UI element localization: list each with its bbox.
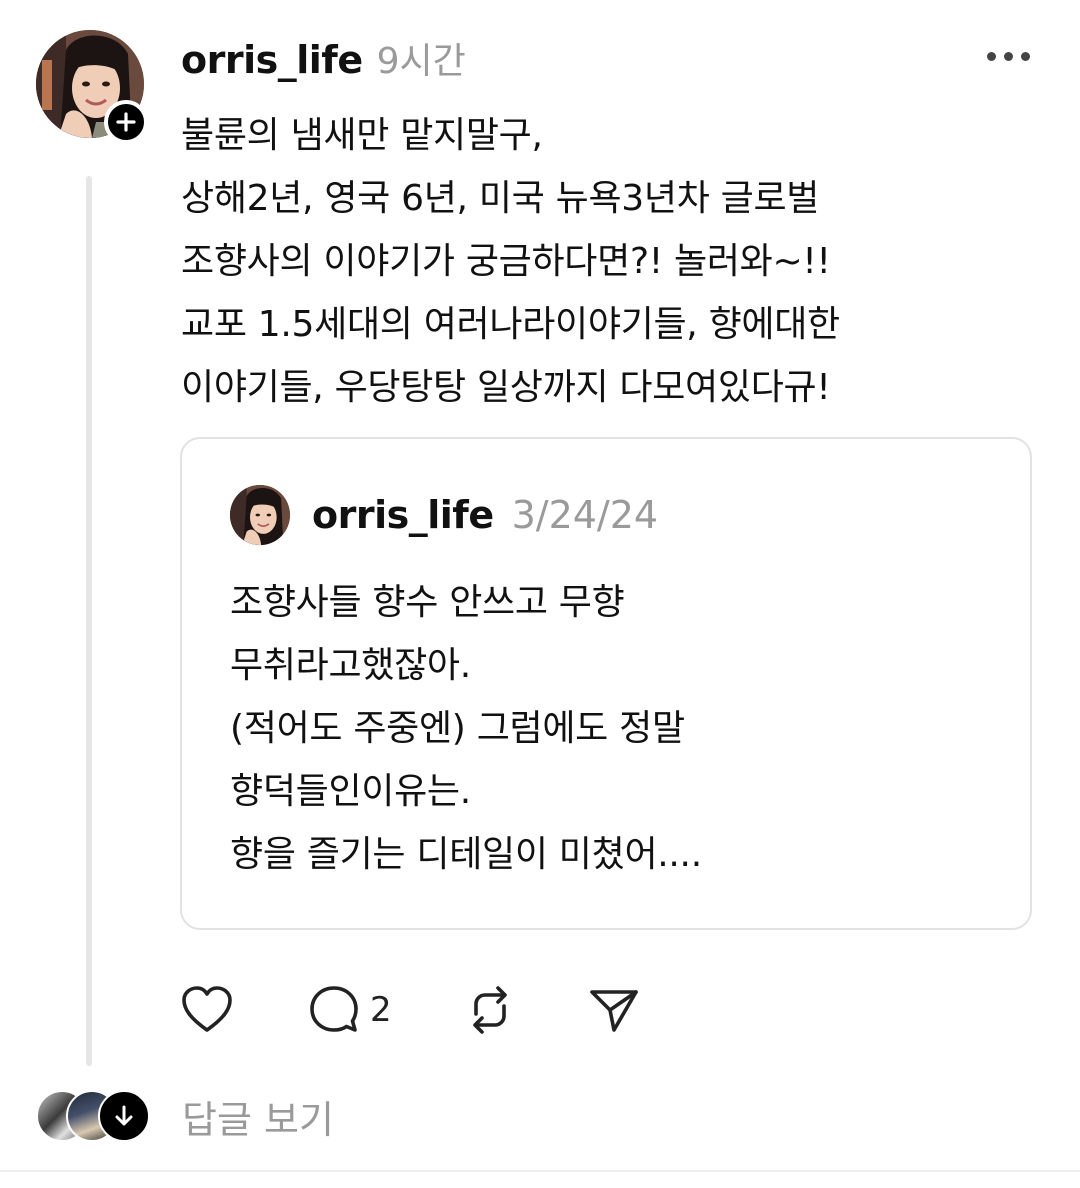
heart-icon xyxy=(182,986,232,1032)
comment-icon xyxy=(310,986,358,1032)
quoted-username: orris_life xyxy=(312,493,494,537)
view-replies-row[interactable]: 답글 보기 xyxy=(36,1086,334,1146)
quoted-text-line: 향덕들인이유는. xyxy=(230,771,471,812)
post-text-line: 불륜의 냄새만 맡지말구, xyxy=(181,115,543,156)
profile-photo-icon xyxy=(230,485,290,545)
comment-button[interactable]: 2 xyxy=(308,980,392,1040)
arrow-down-icon xyxy=(115,1105,133,1126)
quoted-post-header: orris_life 3/24/24 xyxy=(230,485,658,545)
quoted-post-card[interactable]: orris_life 3/24/24 조향사들 향수 안쓰고 무향 무취라고했잖… xyxy=(180,437,1032,930)
repost-button[interactable] xyxy=(464,980,516,1040)
comment-count: 2 xyxy=(370,990,392,1030)
ellipsis-icon-dot xyxy=(1003,51,1013,61)
thread-line xyxy=(86,176,92,1066)
follow-button[interactable] xyxy=(104,100,148,144)
repost-icon xyxy=(472,986,507,1034)
post-text-line: 교포 1.5세대의 여러나라이야기들, 향에대한 xyxy=(181,304,840,345)
quoted-date: 3/24/24 xyxy=(511,493,659,537)
quoted-text-line: 향을 즐기는 디테일이 미쳤어.... xyxy=(230,834,702,875)
ellipsis-icon xyxy=(986,51,996,61)
quoted-text-line: 조향사들 향수 안쓰고 무향 xyxy=(230,582,625,623)
username-link[interactable]: orris_life xyxy=(181,38,363,82)
post-text-line: 상해2년, 영국 6년, 미국 뉴욕3년차 글로벌 xyxy=(181,178,820,219)
post-body: 불륜의 냄새만 맡지말구, 상해2년, 영국 6년, 미국 뉴욕3년차 글로벌 … xyxy=(181,104,1041,419)
more-options-button[interactable] xyxy=(978,36,1038,76)
post-header: orris_life 9시간 xyxy=(181,32,466,88)
like-button[interactable] xyxy=(180,980,236,1040)
plus-icon xyxy=(116,112,136,132)
quoted-post-body: 조향사들 향수 안쓰고 무향 무취라고했잖아. (적어도 주중엔) 그럼에도 정… xyxy=(230,571,990,886)
reply-avatars xyxy=(36,1090,150,1142)
quoted-text-line: (적어도 주중엔) 그럼에도 정말 xyxy=(230,708,685,749)
share-button[interactable] xyxy=(588,980,640,1040)
view-replies-link[interactable]: 답글 보기 xyxy=(182,1089,334,1144)
expand-replies-badge xyxy=(98,1090,150,1142)
post-text-line: 이야기들, 우당탕탕 일상까지 다모여있다규! xyxy=(181,367,831,408)
send-icon xyxy=(589,990,638,1032)
author-avatar-wrapper xyxy=(36,30,148,144)
ellipsis-icon-dot xyxy=(1020,51,1030,61)
quoted-avatar xyxy=(230,485,290,545)
post-text-line: 조향사의 이야기가 궁금하다면?! 놀러와~!! xyxy=(181,241,831,282)
quoted-text-line: 무취라고했잖아. xyxy=(230,645,471,686)
post-time: 9시간 xyxy=(376,41,466,82)
action-bar: 2 xyxy=(180,980,640,1040)
divider xyxy=(0,1170,1080,1172)
